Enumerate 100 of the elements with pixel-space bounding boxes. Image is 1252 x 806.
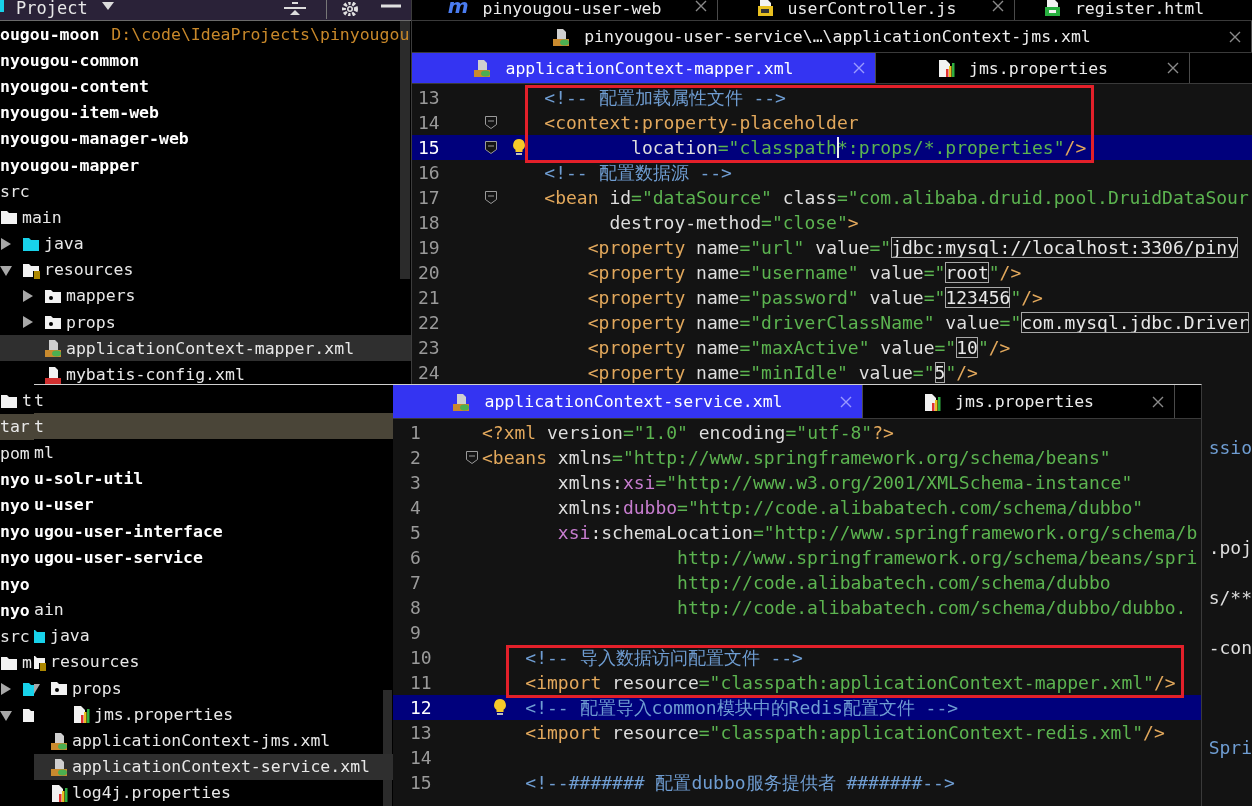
code-line: http://code.alibabatech.com/schema/dubbo <box>677 570 1111 595</box>
tree-item[interactable]: jms.properties <box>94 704 234 724</box>
tree-arrow-icon[interactable] <box>0 263 12 276</box>
tree-arrow-icon[interactable] <box>22 289 34 302</box>
line-number: 4 <box>410 495 421 520</box>
tree-item[interactable]: nyougou-item-web <box>0 103 159 123</box>
code-line: <!-- 配置数据源 --> <box>544 160 732 185</box>
line-number: 8 <box>410 595 421 620</box>
tree-item[interactable]: u-user <box>34 495 94 515</box>
tree-item[interactable]: nyo <box>0 548 30 568</box>
tree-item[interactable]: nyo <box>0 522 30 542</box>
close-icon[interactable] <box>1152 395 1164 408</box>
fold-marker-icon[interactable] <box>485 115 497 129</box>
code-line: <context:property-placeholder <box>544 110 859 135</box>
tree-item[interactable]: applicationContext-mapper.xml <box>66 338 355 358</box>
code-fragment: s/** <box>1208 585 1252 610</box>
folder-icon <box>50 679 68 698</box>
editor-tab[interactable]: applicationContext-mapper.xml <box>412 53 876 83</box>
code-line: <!--####### 配置dubbo服务提供者 #######--> <box>525 770 955 795</box>
close-icon[interactable] <box>1167 62 1179 74</box>
settings-icon[interactable] <box>341 2 359 16</box>
dropdown-caret-icon[interactable] <box>101 2 114 10</box>
tree-item[interactable]: nyo <box>0 574 30 594</box>
code-line: <!-- 配置加载属性文件 --> <box>544 85 786 110</box>
tree-item[interactable]: applicationContext-service.xml <box>72 757 370 777</box>
close-icon[interactable] <box>1229 30 1241 43</box>
tree-item[interactable]: ugou-user-service <box>34 547 203 567</box>
tree-item[interactable]: java <box>50 626 90 646</box>
tree-item[interactable]: u-solr-util <box>34 469 144 489</box>
line-number: 13 <box>418 85 440 110</box>
line-number: 9 <box>410 620 421 645</box>
code-line: http://www.springframework.org/schema/beans/spri <box>677 545 1198 570</box>
tree-arrow-icon[interactable] <box>0 682 12 695</box>
tree-item[interactable]: src <box>0 626 30 646</box>
line-number: 15 <box>418 135 440 160</box>
code-line: xmlns:xsi="http://www.w3.org/2001/XMLSchema-instance" <box>557 470 1133 495</box>
line-number: 7 <box>410 570 421 595</box>
tree-item[interactable]: m <box>22 653 32 673</box>
line-number: 17 <box>418 185 440 210</box>
fold-marker-icon[interactable] <box>466 450 478 464</box>
selected-row[interactable]: applicationContext-service.xml <box>34 753 393 780</box>
tree-item[interactable]: mappers <box>66 286 136 306</box>
tree-item[interactable]: pom <box>0 443 30 463</box>
line-number: 21 <box>418 285 440 310</box>
code-line: <property name="password" value="123456"/> <box>587 285 1043 310</box>
line-number: 22 <box>418 310 440 335</box>
editor-tab[interactable]: applicationContext-service.xml <box>393 385 863 418</box>
xml-file-icon <box>50 731 68 750</box>
tree-item[interactable]: nyougou-mapper <box>0 155 140 175</box>
close-icon[interactable] <box>992 0 1004 12</box>
tree-item[interactable]: java <box>44 234 84 254</box>
fold-marker-icon[interactable] <box>485 140 497 154</box>
close-icon[interactable] <box>695 0 707 12</box>
collapse-icon[interactable] <box>284 2 306 16</box>
code-fragment: .poj <box>1208 535 1252 560</box>
tree-item[interactable]: t <box>34 416 44 436</box>
panel-title[interactable]: Project <box>16 0 88 17</box>
tree-item[interactable]: ain <box>34 600 64 620</box>
tree-item[interactable]: nyougou-content <box>0 76 149 96</box>
tree-item[interactable]: props <box>66 312 116 332</box>
tree-item[interactable]: ougou-moon <box>0 24 100 44</box>
code-line: <!-- 导入数据访问配置文件 --> <box>525 645 803 670</box>
tree-item[interactable]: ugou-user-interface <box>34 521 223 541</box>
tree-item[interactable]: resources <box>44 260 134 280</box>
code-line: <property name="url" value="jdbc:mysql://localhost:3306/piny <box>587 235 1238 260</box>
code-line: xsi:schemaLocation="http://www.springframework.org/schema/b <box>557 520 1198 545</box>
lightbulb-icon[interactable] <box>492 697 508 716</box>
tree-item[interactable]: nyo <box>0 469 30 489</box>
tree-item[interactable]: ml <box>34 442 54 462</box>
tree-item[interactable]: nyo <box>0 495 30 515</box>
line-number: 15 <box>410 770 432 795</box>
line-number: 14 <box>418 110 440 135</box>
line-number: 14 <box>410 745 432 770</box>
selected-row[interactable]: applicationContext-mapper.xml <box>0 335 411 362</box>
tree-item[interactable]: src <box>0 181 30 201</box>
tree-item[interactable]: mybatis-config.xml <box>66 365 245 385</box>
maven-icon: m <box>447 0 469 14</box>
html-file-icon <box>1042 0 1061 16</box>
tree-item[interactable]: nyougou-common <box>0 50 140 70</box>
tree-item[interactable]: t <box>22 391 32 411</box>
tree-item[interactable]: log4j.properties <box>72 783 231 803</box>
tree-arrow-icon[interactable] <box>0 237 12 250</box>
code-line: <!-- 配置导入common模块中的Redis配置文件 --> <box>525 695 959 720</box>
tree-item[interactable]: nyo <box>0 600 30 620</box>
tree-arrow-icon[interactable] <box>0 708 12 721</box>
line-number: 16 <box>418 160 440 185</box>
tree-item[interactable]: resources <box>50 652 140 672</box>
close-icon[interactable] <box>853 62 865 74</box>
tree-item[interactable]: nyougou-manager-web <box>0 129 189 149</box>
close-icon[interactable] <box>840 395 852 408</box>
tree-item[interactable]: t <box>34 390 44 410</box>
line-number: 1 <box>410 420 421 445</box>
tree-item[interactable]: main <box>22 207 62 227</box>
tree-item[interactable]: applicationContext-jms.xml <box>72 731 331 751</box>
tree-arrow-icon[interactable] <box>22 316 34 329</box>
minimize-icon[interactable] <box>381 2 401 10</box>
lightbulb-icon[interactable] <box>511 137 527 156</box>
fold-marker-icon[interactable] <box>485 190 497 204</box>
selected-row[interactable]: t <box>34 413 393 440</box>
tree-item[interactable]: props <box>72 678 122 698</box>
